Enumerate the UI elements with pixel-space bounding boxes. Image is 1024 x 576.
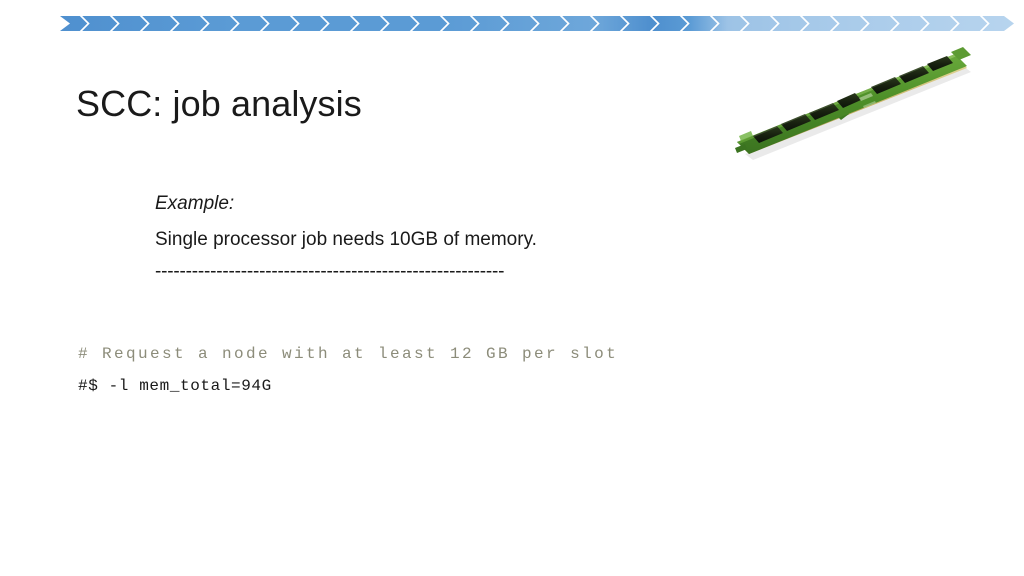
page-title: SCC: job analysis: [76, 83, 362, 125]
ram-module-image: [731, 36, 983, 171]
chevron-banner: [60, 16, 1014, 31]
code-command-line: #$ -l mem_total=94G: [78, 377, 272, 395]
code-comment-line: # Request a node with at least 12 GB per…: [78, 345, 619, 363]
example-label: Example:: [155, 193, 235, 214]
chevron-banner-graphic: [60, 16, 1014, 31]
body-content: Example: Single processor job needs 10GB…: [155, 194, 795, 281]
example-description: Single processor job needs 10GB of memor…: [155, 229, 537, 250]
slide-canvas: SCC: job analysis Example: Single proces…: [0, 0, 1024, 576]
ram-shadow: [745, 66, 971, 160]
code-block: # Request a node with at least 12 GB per…: [78, 346, 618, 394]
ram-module-graphic: [735, 47, 971, 160]
dashed-separator: ----------------------------------------…: [155, 262, 505, 281]
